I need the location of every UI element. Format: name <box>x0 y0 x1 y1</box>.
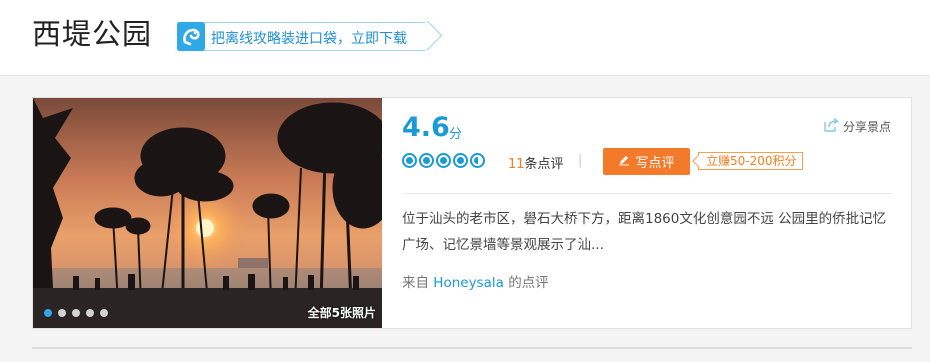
photo-carousel[interactable]: 全部5张照片 <box>33 98 382 328</box>
carousel-dot[interactable] <box>72 309 80 317</box>
carousel-dots <box>44 309 108 317</box>
rating-circle-icon <box>436 153 451 168</box>
share-label: 分享景点 <box>843 120 892 134</box>
source-suffix: 的点评 <box>508 275 549 291</box>
download-promo-banner[interactable]: 把离线攻略装进口袋，立即下载 <box>177 20 443 51</box>
source-prefix: 来自 <box>402 275 429 291</box>
carousel-dot[interactable] <box>100 309 108 317</box>
rating-score-unit: 分 <box>449 127 463 142</box>
carousel-dot[interactable] <box>86 309 94 317</box>
share-attraction-button[interactable]: 分享景点 <box>823 117 892 135</box>
separator: | <box>578 153 583 168</box>
rating-circles <box>402 153 485 168</box>
pencil-icon <box>618 154 630 170</box>
rating-circle-icon <box>402 153 417 168</box>
review-count-number: 11 <box>508 157 525 172</box>
app-logo-icon <box>177 22 205 51</box>
carousel-dot[interactable] <box>58 309 66 317</box>
review-excerpt: 位于汕头的老市区，礐石大桥下方，距离1860文化创意园不远 公园里的侨批记忆广场… <box>402 211 887 253</box>
review-source: 来自 Honeysala 的点评 <box>402 271 549 291</box>
review-count-link[interactable]: 11条点评 <box>508 153 564 172</box>
page-header: 西堤公园 把离线攻略装进口袋，立即下载 <box>0 0 930 76</box>
page-title: 西堤公园 <box>32 17 153 51</box>
divider <box>402 193 892 194</box>
rating-row: 11条点评 | 写点评 立赚50-200积分 <box>402 148 902 178</box>
sunset-photo <box>33 98 382 328</box>
write-review-button[interactable]: 写点评 <box>603 148 690 175</box>
write-review-label: 写点评 <box>635 156 675 171</box>
rating-circle-icon <box>419 153 434 168</box>
all-photos-link[interactable]: 全部5张照片 <box>308 304 376 321</box>
rating-half-circle-icon <box>470 153 485 168</box>
review-author-link[interactable]: Honeysala <box>433 275 504 291</box>
attraction-card: 全部5张照片 4.6 分 分享景点 11条点评 | 写点评 立赚50-200积分… <box>32 97 912 329</box>
rating-circle-icon <box>453 153 468 168</box>
promo-text: 把离线攻略装进口袋，立即下载 <box>211 31 407 47</box>
rating-score: 4.6 <box>402 112 450 143</box>
share-icon <box>823 117 839 135</box>
earn-points-badge: 立赚50-200积分 <box>698 152 803 170</box>
section-divider <box>32 347 912 349</box>
carousel-dot[interactable] <box>44 309 52 317</box>
review-count-suffix: 条点评 <box>524 157 564 172</box>
